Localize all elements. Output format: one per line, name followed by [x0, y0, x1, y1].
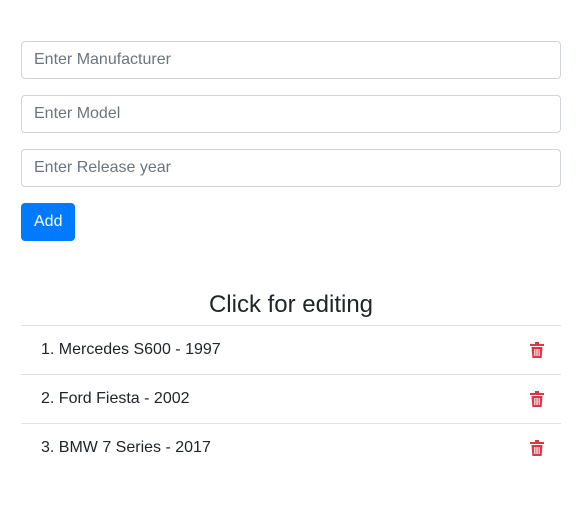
release-year-input[interactable]	[21, 149, 561, 187]
list-item[interactable]: 1. Mercedes S600 - 1997	[21, 325, 561, 374]
add-button[interactable]: Add	[21, 203, 76, 241]
model-input[interactable]	[21, 95, 561, 133]
car-list: 1. Mercedes S600 - 1997 2. Ford Fiesta -…	[21, 325, 561, 472]
list-item[interactable]: 2. Ford Fiesta - 2002	[21, 374, 561, 423]
list-item-label: 1. Mercedes S600 - 1997	[41, 341, 221, 358]
trash-icon[interactable]	[529, 390, 545, 408]
list-item[interactable]: 3. BMW 7 Series - 2017	[21, 423, 561, 472]
trash-icon[interactable]	[529, 439, 545, 457]
manufacturer-input[interactable]	[21, 41, 561, 79]
add-car-form: Add	[21, 41, 561, 241]
list-item-label: 3. BMW 7 Series - 2017	[41, 439, 211, 456]
trash-icon[interactable]	[529, 341, 545, 359]
list-title: Click for editing	[208, 291, 374, 318]
list-item-label: 2. Ford Fiesta - 2002	[41, 390, 190, 407]
